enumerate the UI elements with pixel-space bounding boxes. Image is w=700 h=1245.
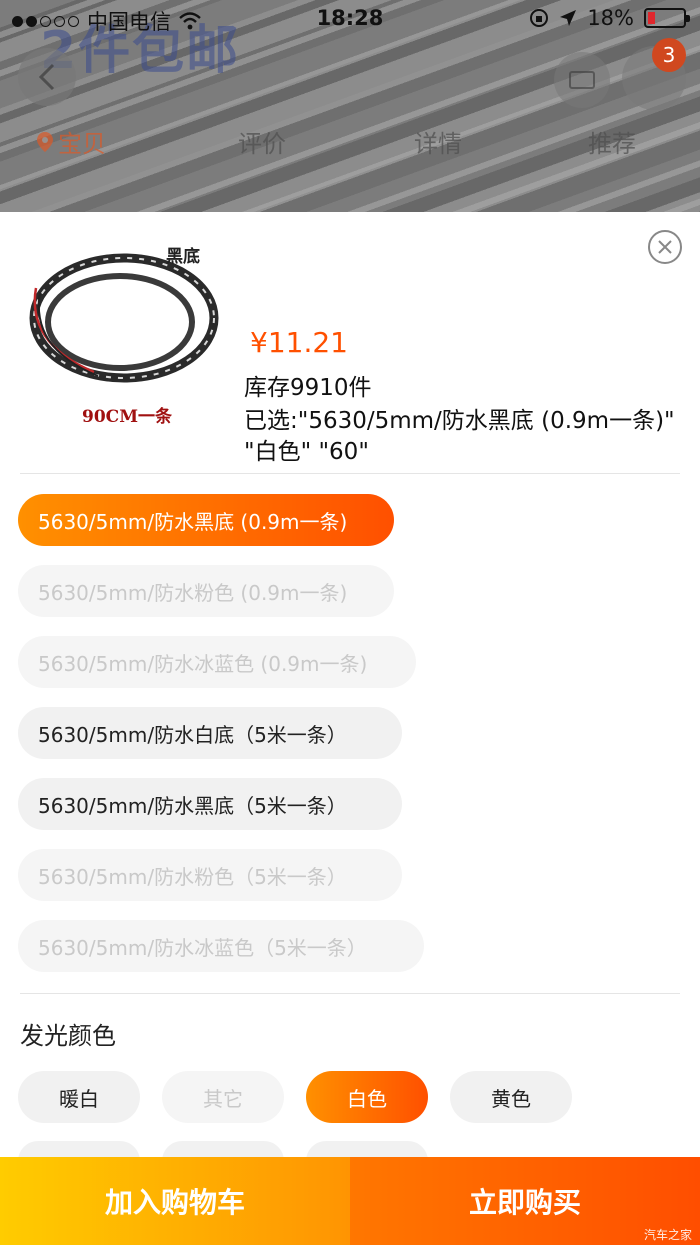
spec-option-disabled: 5630/5mm/防水粉色 (0.9m一条)	[18, 565, 394, 617]
status-right: 18%	[529, 6, 690, 30]
spec-option-disabled: 5630/5mm/防水冰蓝色（5米一条）	[18, 920, 424, 972]
cart-icon	[569, 71, 595, 89]
spec-option-selected[interactable]: 5630/5mm/防水黑底 (0.9m一条)	[18, 494, 394, 546]
tab-details[interactable]: 详情	[414, 124, 462, 159]
price: ¥11.21	[250, 326, 348, 359]
tab-recommend[interactable]: 推荐	[588, 124, 636, 159]
divider	[20, 993, 680, 994]
thumbnail-label-top: 黑底	[166, 247, 200, 267]
thumbnail-label-bottom: 90CM一条	[82, 407, 173, 427]
spec-option-disabled: 5630/5mm/防水冰蓝色 (0.9m一条)	[18, 636, 416, 688]
color-option-other: 其它	[162, 1071, 284, 1123]
color-option-warm-white[interactable]: 暖白	[18, 1071, 140, 1123]
bottom-action-bar: 加入购物车 立即购买	[0, 1157, 700, 1245]
product-tabs: 宝贝 评价 详情 推荐	[0, 118, 700, 168]
location-arrow-icon	[560, 10, 577, 26]
close-button[interactable]	[648, 230, 682, 264]
status-bar: 中国电信 18:28 18%	[0, 0, 700, 38]
spec-option-disabled: 5630/5mm/防水粉色（5米一条）	[18, 849, 402, 901]
cart-count-badge: 3	[652, 38, 686, 72]
color-section-title: 发光颜色	[20, 1022, 116, 1050]
stock-count: 库存9910件	[244, 375, 372, 401]
tab-item-label: 宝贝	[58, 130, 106, 158]
selected-summary: 已选:"5630/5mm/防水黑底 (0.9m一条)" "白色" "60"	[244, 408, 675, 465]
back-button[interactable]	[18, 48, 76, 106]
cart-button[interactable]	[554, 52, 610, 108]
rotation-lock-icon	[530, 9, 549, 27]
product-thumbnail: 黑底 90CM一条	[16, 232, 224, 438]
watermark: 汽车之家	[643, 1228, 692, 1242]
add-to-cart-button[interactable]: 加入购物车	[0, 1157, 350, 1245]
spec-option[interactable]: 5630/5mm/防水白底（5米一条）	[18, 707, 402, 759]
divider	[20, 473, 680, 474]
chevron-left-icon	[38, 63, 55, 91]
color-option-yellow[interactable]: 黄色	[450, 1071, 572, 1123]
color-option-white[interactable]: 白色	[306, 1071, 428, 1123]
location-pin-icon	[37, 131, 53, 152]
close-icon	[658, 240, 672, 254]
tab-item[interactable]: 宝贝	[36, 124, 106, 159]
battery-icon	[644, 8, 690, 28]
tab-reviews[interactable]: 评价	[238, 124, 286, 159]
battery-percent: 18%	[587, 6, 634, 30]
spec-option[interactable]: 5630/5mm/防水黑底（5米一条）	[18, 778, 402, 830]
